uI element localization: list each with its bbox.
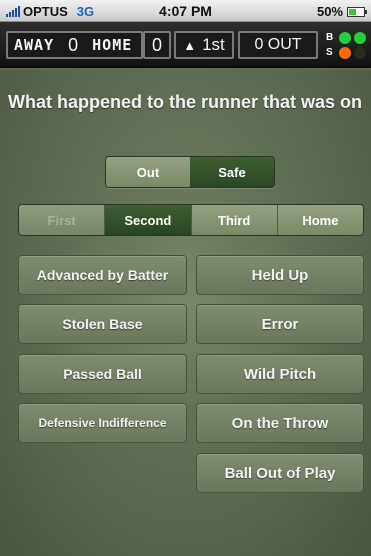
base-selector: First Second Third Home [18,204,364,236]
balls-label: B [326,32,334,43]
held-up-button[interactable]: Held Up [196,255,364,295]
stolen-base-button[interactable]: Stolen Base [18,304,187,344]
status-time: 4:07 PM [159,3,212,19]
on-the-throw-button[interactable]: On the Throw [196,403,364,443]
base-first-button[interactable]: First [19,205,106,235]
away-home-score-box: AWAY 0 HOME [6,31,143,59]
strike-light-2 [354,46,366,59]
battery-percent: 50% [316,4,343,19]
balls-row: B [326,30,371,45]
ball-light-2 [354,31,366,44]
wild-pitch-button[interactable]: Wild Pitch [196,354,364,394]
home-label: HOME [92,36,133,54]
out-safe-toggle: Out Safe [105,156,275,188]
battery-icon [347,6,367,17]
strikes-label: S [326,47,333,58]
battery-status: 50% [316,4,367,19]
base-home-button[interactable]: Home [277,205,363,235]
home-score: 0 [151,34,162,55]
passed-ball-button[interactable]: Passed Ball [18,354,187,394]
strikes-row: S [326,45,371,60]
inning-box: ▲ 1st [174,31,234,59]
scoreboard: AWAY 0 HOME 0 ▲ 1st 0 OUT B S [0,22,371,68]
safe-button[interactable]: Safe [190,157,274,187]
away-score: 0 [68,34,79,55]
inning-arrow-icon: ▲ [183,37,197,53]
away-label: AWAY [14,36,55,54]
error-button[interactable]: Error [196,304,364,344]
advanced-by-batter-button[interactable]: Advanced by Batter [18,255,187,295]
strike-light-1 [339,46,351,59]
home-score-box: 0 [143,31,171,59]
defensive-indifference-button[interactable]: Defensive Indifference [18,403,187,443]
main-panel: What happened to the runner that was on … [0,70,371,556]
ball-light-1 [339,31,351,44]
inning-value: 1st [202,35,225,54]
runner-question: What happened to the runner that was on … [8,92,363,112]
base-second-button[interactable]: Second [105,205,192,235]
count-indicator: B S [326,30,371,60]
outs-box: 0 OUT [238,31,318,59]
ball-out-of-play-button[interactable]: Ball Out of Play [196,453,364,493]
status-bar: OPTUS 3G 4:07 PM 50% [0,0,371,22]
out-button[interactable]: Out [106,157,190,187]
outs-value: 0 OUT [254,36,302,53]
base-third-button[interactable]: Third [191,205,278,235]
